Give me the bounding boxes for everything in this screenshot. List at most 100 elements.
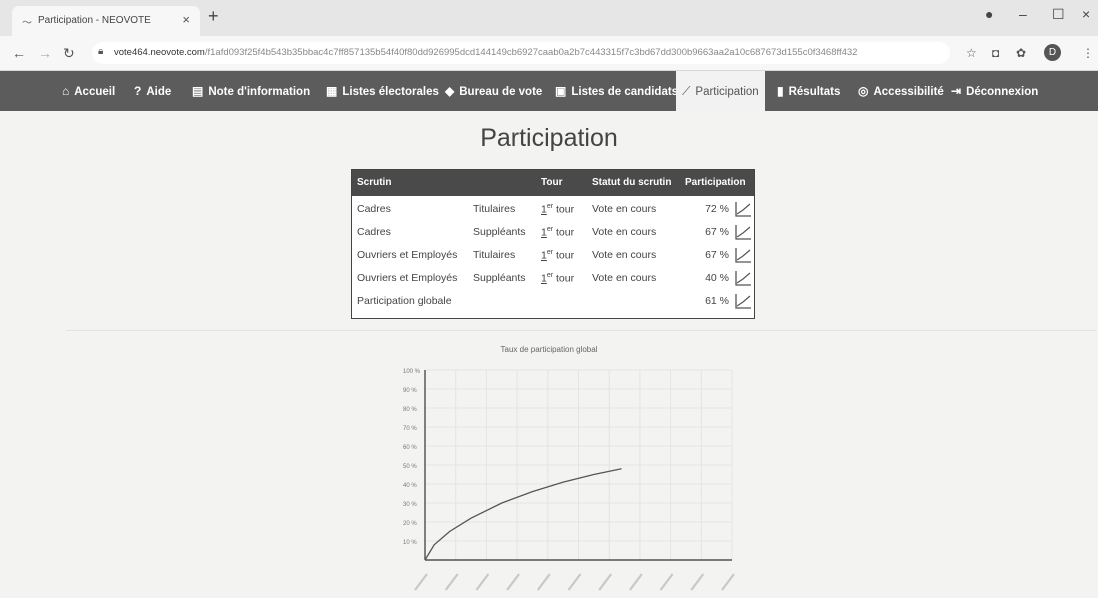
y-tick-label: 80 % <box>403 407 417 413</box>
header-tour: Tour <box>541 177 563 188</box>
participation-cell: 72 % <box>705 203 729 215</box>
minimize-icon[interactable]: – <box>1019 6 1027 22</box>
nav-item-aide[interactable]: ? Aide <box>134 71 171 111</box>
college-cell: Suppléants <box>473 272 526 284</box>
bar-chart-icon: ▮ <box>777 84 784 98</box>
browser-tab-bar: 〜 Participation - NEOVOTE × + ● – ☐ × <box>0 0 1098 36</box>
forward-icon[interactable]: → <box>38 45 52 61</box>
y-tick-label: 100 % <box>403 369 421 375</box>
y-tick-label: 70 % <box>403 426 417 432</box>
table-row: Cadres Suppléants 1er tour Vote en cours… <box>352 221 754 244</box>
y-tick-label: 20 % <box>403 521 417 527</box>
x-tick-label <box>721 573 735 591</box>
y-tick-label: 90 % <box>403 388 417 394</box>
x-tick-label <box>629 573 643 591</box>
address-bar-row: ← → ↻ 🔒︎ vote464.neovote.com/f1afd093f25… <box>0 36 1098 71</box>
tour-cell: 1er tour <box>541 272 575 285</box>
x-tick-label <box>506 573 520 591</box>
nav-item-accueil[interactable]: ⌂ Accueil <box>62 71 115 111</box>
help-icon: ? <box>134 84 142 98</box>
x-tick-label <box>475 573 490 591</box>
nav-item-resultats[interactable]: ▮ Résultats <box>777 71 840 111</box>
lock-icon: 🔒︎ <box>98 46 104 57</box>
document-icon: ▤ <box>192 84 204 98</box>
scrutin-cell: Cadres <box>357 226 391 238</box>
favicon-icon: 〜 <box>22 18 32 29</box>
extension-gear-icon[interactable]: ✿ <box>1016 46 1026 60</box>
nav-item-participation[interactable]: ⟋ Participation <box>676 71 765 111</box>
close-tab-icon[interactable]: × <box>182 12 190 27</box>
participation-cell: 67 % <box>705 249 729 261</box>
logout-icon: ⇥ <box>951 84 962 98</box>
browser-tab[interactable]: 〜 Participation - NEOVOTE × <box>12 6 200 36</box>
url-text: vote464.neovote.com/f1afd093f25f4b543b35… <box>114 47 858 58</box>
star-icon[interactable]: ☆ <box>966 46 977 60</box>
table-header: Scrutin Tour Statut du scrutin Participa… <box>352 170 754 196</box>
statut-cell: Vote en cours <box>592 249 657 261</box>
scrutin-cell: Ouvriers et Employés <box>357 272 458 284</box>
divider <box>66 330 1096 331</box>
header-statut: Statut du scrutin <box>592 177 672 188</box>
participation-cell: 40 % <box>705 272 729 284</box>
participation-cell: 67 % <box>705 226 729 238</box>
accessibility-icon: ◎ <box>858 84 869 98</box>
y-tick-label: 50 % <box>403 464 417 470</box>
participation-table: Scrutin Tour Statut du scrutin Participa… <box>351 169 755 319</box>
table-row: Ouvriers et Employés Suppléants 1er tour… <box>352 267 754 290</box>
new-tab-icon[interactable]: + <box>208 6 219 27</box>
y-tick-label: 40 % <box>403 483 417 489</box>
header-scrutin: Scrutin <box>357 177 392 188</box>
nav-item-listes-candidats[interactable]: ▣ Listes de candidats <box>555 71 678 111</box>
y-tick-label: 60 % <box>403 445 417 451</box>
close-window-icon[interactable]: × <box>1082 6 1090 22</box>
line-chart-icon[interactable] <box>734 224 752 240</box>
nav-item-accessibilite[interactable]: ◎ Accessibilité <box>858 71 944 111</box>
table-row: Cadres Titulaires 1er tour Vote en cours… <box>352 198 754 221</box>
nav-item-deconnexion[interactable]: ⇥ Déconnexion <box>951 71 1038 111</box>
nav-item-bureau-de-vote[interactable]: ◆ Bureau de vote <box>445 71 542 111</box>
line-chart-icon: ⟋ <box>682 84 691 98</box>
y-tick-label: 10 % <box>403 540 417 546</box>
home-icon: ⌂ <box>62 84 70 98</box>
tour-cell: 1er tour <box>541 226 575 239</box>
statut-cell: Vote en cours <box>592 203 657 215</box>
x-tick-label <box>567 573 582 591</box>
scrutin-cell: Participation globale <box>357 295 452 307</box>
ballot-box-icon: ◆ <box>445 84 455 98</box>
statut-cell: Vote en cours <box>592 226 657 238</box>
series-line <box>424 468 622 561</box>
line-chart-icon[interactable] <box>734 270 752 286</box>
x-tick-label <box>536 573 551 591</box>
x-tick-label <box>659 573 674 591</box>
scrutin-cell: Ouvriers et Employés <box>357 249 458 261</box>
header-participation: Participation <box>685 177 746 188</box>
candidates-icon: ▣ <box>555 84 567 98</box>
table-row: Ouvriers et Employés Titulaires 1er tour… <box>352 244 754 267</box>
participation-line-chart: 10 % 20 % 30 % 40 % 50 % 60 % 70 % 80 % 90 % 100 … <box>403 369 735 591</box>
nav-item-note-information[interactable]: ▤ Note d'information <box>192 71 310 111</box>
college-cell: Titulaires <box>473 249 516 261</box>
college-cell: Suppléants <box>473 226 526 238</box>
avatar[interactable]: D <box>1044 44 1061 61</box>
reload-icon[interactable]: ↻ <box>63 45 75 62</box>
extension-shield-icon[interactable]: ◘ <box>992 46 999 60</box>
chart-title: Taux de participation global <box>500 345 598 354</box>
x-tick-label <box>690 573 705 591</box>
menu-dots-icon[interactable]: ⋮ <box>1082 46 1094 60</box>
participation-cell: 61 % <box>705 295 729 307</box>
maximize-icon[interactable]: ☐ <box>1052 6 1065 23</box>
page-title: Participation <box>480 124 618 152</box>
line-chart-icon[interactable] <box>734 201 752 217</box>
x-tick-label <box>598 573 613 591</box>
back-icon[interactable]: ← <box>12 45 26 61</box>
y-tick-label: 30 % <box>403 502 417 508</box>
line-chart-icon[interactable] <box>734 247 752 263</box>
profile-dot-icon[interactable]: ● <box>985 6 993 22</box>
app-navbar: ⌂ Accueil ? Aide ▤ Note d'information ▦ List… <box>0 71 1098 111</box>
statut-cell: Vote en cours <box>592 272 657 284</box>
line-chart-icon[interactable] <box>734 293 752 309</box>
table-row-total: Participation globale 61 % <box>352 290 754 313</box>
x-tick-label <box>444 573 459 591</box>
url-field[interactable]: 🔒︎ vote464.neovote.com/f1afd093f25f4b543… <box>92 42 950 64</box>
nav-item-listes-electorales[interactable]: ▦ Listes électorales <box>326 71 439 111</box>
